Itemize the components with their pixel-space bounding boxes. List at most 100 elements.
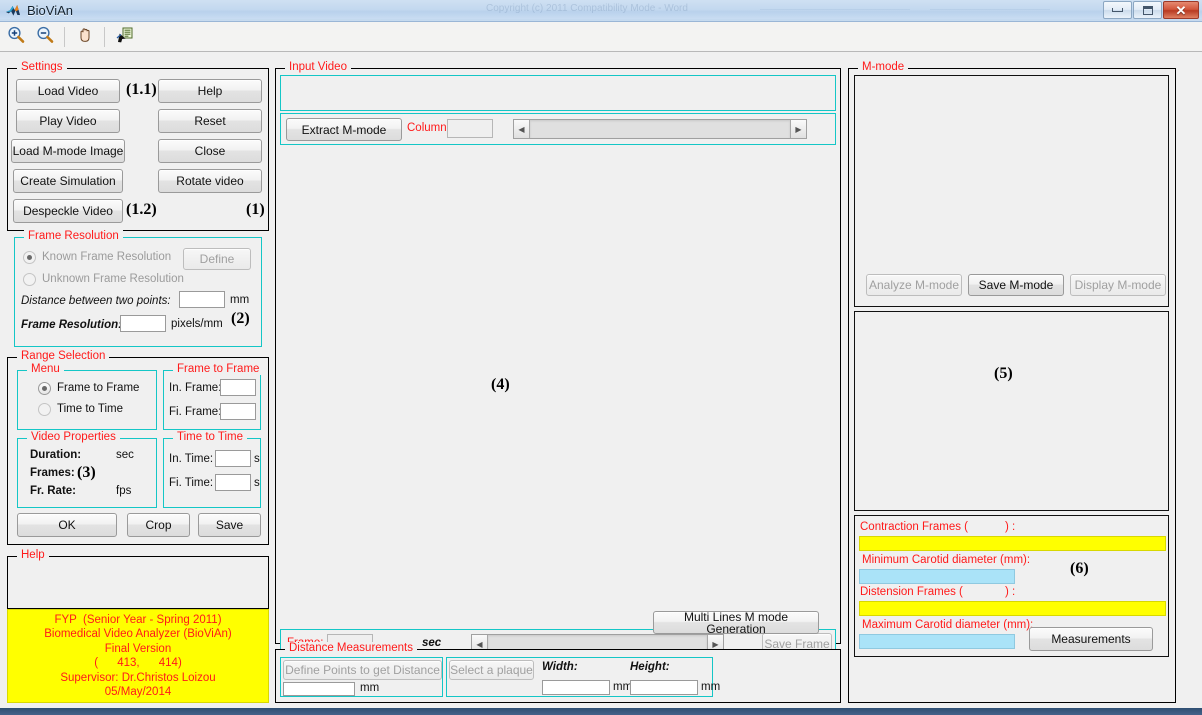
- measurements-button[interactable]: Measurements: [1029, 627, 1153, 651]
- define-button[interactable]: Define: [183, 248, 251, 270]
- unknown-frame-resolution-label: Unknown Frame Resolution: [42, 273, 184, 285]
- measurements-button-label: Measurements: [1051, 632, 1131, 646]
- distance-result-unit: mm: [360, 682, 380, 694]
- load-mmode-image-label: Load M-mode Image: [12, 144, 124, 158]
- select-plaque-label: Select a plaque: [450, 663, 533, 677]
- ok-button[interactable]: OK: [17, 513, 117, 537]
- height-input[interactable]: [630, 680, 698, 695]
- reset-button[interactable]: Reset: [158, 109, 262, 133]
- minimize-icon: [1112, 8, 1123, 12]
- duration-label: Duration:: [30, 449, 82, 461]
- range-selection-panel: Range Selection Menu Frame to Frame Time…: [7, 350, 269, 545]
- distance-between-points-input[interactable]: [179, 291, 225, 308]
- column-slider[interactable]: ◀ ▶: [513, 119, 807, 139]
- display-mmode-label: Display M-mode: [1074, 278, 1162, 292]
- width-input[interactable]: [542, 680, 610, 695]
- ok-button-label: OK: [58, 518, 76, 532]
- in-time-input[interactable]: [215, 450, 251, 467]
- distance-result-input[interactable]: [283, 682, 355, 696]
- fi-frame-label: Fi. Frame:: [169, 406, 222, 418]
- video-properties-title: Video Properties: [27, 431, 120, 443]
- distance-measurements-panel: Distance Measurements Define Points to g…: [275, 642, 841, 703]
- background-window-ghost: Copyright (c) 2011 Compatibility Mode - …: [0, 0, 1202, 21]
- column-input[interactable]: [447, 119, 493, 138]
- toolbar-separator-2: [104, 26, 105, 47]
- radio-dot: [42, 386, 47, 391]
- load-video-button[interactable]: Load Video: [16, 79, 120, 103]
- radio-time-to-time[interactable]: [38, 403, 51, 416]
- min-diameter-value[interactable]: [859, 569, 1015, 584]
- frames-label: Frames:: [30, 467, 75, 479]
- video-properties-subpanel: Video Properties Duration: sec Frames: F…: [17, 431, 157, 508]
- frame-rate-label: Fr. Rate:: [30, 485, 77, 497]
- data-cursor-button[interactable]: [112, 25, 138, 49]
- settings-panel-title: Settings: [17, 61, 67, 73]
- maximize-button[interactable]: [1133, 1, 1162, 19]
- despeckle-video-label: Despeckle Video: [23, 204, 113, 218]
- mmode-panel-title: M-mode: [858, 61, 909, 73]
- frame-resolution-label: Frame Resolution:: [21, 319, 122, 331]
- crop-button[interactable]: Crop: [127, 513, 190, 537]
- mmode-display-area[interactable]: Analyze M-mode Save M-mode Display M-mod…: [854, 75, 1169, 307]
- create-simulation-button[interactable]: Create Simulation: [13, 169, 123, 193]
- column-label: Column:: [407, 122, 450, 134]
- save-range-button[interactable]: Save: [198, 513, 261, 537]
- save-mmode-button[interactable]: Save M-mode: [968, 274, 1064, 296]
- multi-lines-mmode-label: Multi Lines M mode Generation: [683, 609, 789, 636]
- close-app-button[interactable]: Close: [158, 139, 262, 163]
- frame-unit-label: sec: [422, 637, 442, 649]
- contraction-frames-value[interactable]: [859, 536, 1166, 551]
- extract-mmode-button[interactable]: Extract M-mode: [286, 118, 402, 141]
- despeckle-video-button[interactable]: Despeckle Video: [13, 199, 123, 223]
- contraction-frames-label-post: ) :: [1005, 521, 1016, 533]
- load-mmode-image-button[interactable]: Load M-mode Image: [11, 139, 125, 163]
- known-frame-resolution-radio[interactable]: [23, 251, 36, 264]
- pan-button[interactable]: [72, 25, 98, 49]
- banner-line-2: Biomedical Video Analyzer (BioViAn): [44, 628, 232, 640]
- radio-frame-to-frame[interactable]: [38, 382, 51, 395]
- in-frame-label: In. Frame:: [169, 382, 222, 394]
- frame-resolution-input[interactable]: [120, 315, 166, 332]
- column-slider-right-arrow[interactable]: ▶: [790, 120, 806, 138]
- mmode-analysis-area[interactable]: (5): [854, 311, 1169, 511]
- distance-measurements-title: Distance Measurements: [285, 642, 417, 654]
- display-mmode-button[interactable]: Display M-mode: [1070, 274, 1166, 296]
- max-diameter-value[interactable]: [859, 634, 1015, 649]
- in-frame-input[interactable]: [220, 379, 256, 396]
- marker-4: (4): [491, 376, 510, 393]
- rotate-video-button[interactable]: Rotate video: [158, 169, 262, 193]
- zoom-in-button[interactable]: [3, 25, 29, 49]
- help-button[interactable]: Help: [158, 79, 262, 103]
- select-plaque-button[interactable]: Select a plaque: [449, 660, 534, 680]
- multi-lines-mmode-button[interactable]: Multi Lines M mode Generation: [653, 609, 819, 636]
- zoom-out-button[interactable]: [32, 25, 58, 49]
- max-diameter-label: Maximum Carotid diameter (mm):: [862, 619, 1034, 631]
- contraction-frames-label-pre: Contraction Frames (: [860, 521, 969, 533]
- input-video-info-strip: [280, 75, 836, 111]
- marker-1: (1): [246, 201, 265, 218]
- close-button[interactable]: ✕: [1163, 1, 1199, 19]
- banner-line-3: Final Version: [104, 642, 172, 655]
- client-area: Settings Load Video Play Video Load M-mo…: [0, 52, 1202, 708]
- column-slider-track[interactable]: [530, 120, 790, 138]
- window-titlebar: Copyright (c) 2011 Compatibility Mode - …: [0, 0, 1202, 22]
- maximize-icon: [1142, 5, 1153, 15]
- analyze-mmode-label: Analyze M-mode: [868, 278, 960, 292]
- fi-time-input[interactable]: [215, 474, 251, 491]
- unknown-frame-resolution-radio[interactable]: [23, 273, 36, 286]
- column-slider-left-arrow[interactable]: ◀: [514, 120, 530, 138]
- data-cursor-icon: [115, 25, 135, 48]
- save-mmode-label: Save M-mode: [978, 278, 1054, 292]
- distension-frames-value[interactable]: [859, 601, 1166, 616]
- define-points-label: Define Points to get Distance: [285, 663, 440, 677]
- in-time-label: In. Time:: [169, 453, 214, 465]
- video-display-area[interactable]: (4): [280, 149, 836, 569]
- fi-frame-input[interactable]: [220, 403, 256, 420]
- pan-hand-icon: [75, 25, 95, 48]
- menu-subpanel-title: Menu: [27, 363, 64, 375]
- play-video-button[interactable]: Play Video: [16, 109, 120, 133]
- frame-resolution-unit-label: pixels/mm: [171, 318, 223, 330]
- minimize-button[interactable]: [1103, 1, 1132, 19]
- define-points-button[interactable]: Define Points to get Distance: [283, 660, 442, 680]
- analyze-mmode-button[interactable]: Analyze M-mode: [866, 274, 962, 296]
